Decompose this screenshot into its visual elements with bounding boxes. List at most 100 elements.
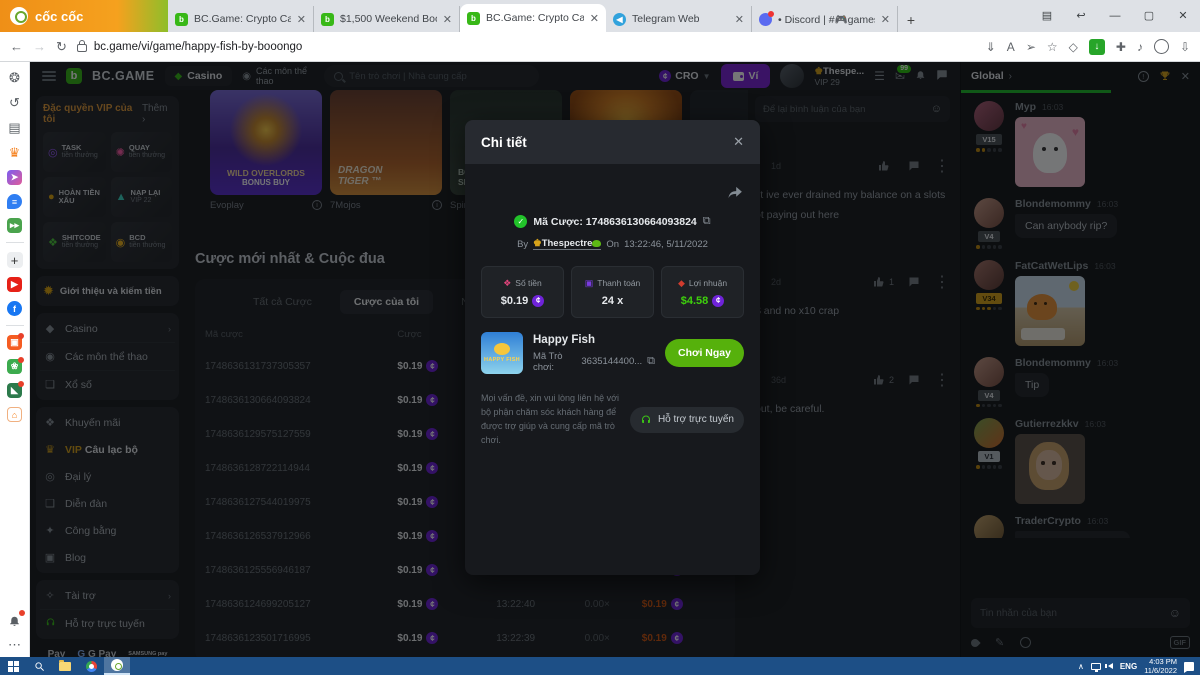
new-tab-button[interactable]: + [898,12,924,32]
coccoc-logo-icon [10,7,28,25]
notifications-bell-icon[interactable] [7,612,23,628]
frog-icon [592,240,601,247]
extensions-icon[interactable]: ✚ [1116,40,1126,54]
browser-tab[interactable]: b BC.Game: Crypto Casino Gam ✕ [168,6,314,32]
url-text[interactable]: bc.game/vi/game/happy-fish-by-booongo [94,41,302,53]
browser-tab[interactable]: b $1,500 Weekend Booongo M ✕ [314,6,460,32]
history-icon[interactable]: ↺ [7,95,23,111]
more-options-icon[interactable]: ⋯ [7,637,23,653]
live-support-button[interactable]: Hỗ trợ trực tuyến [630,407,744,433]
coccoc-taskbar-icon[interactable] [104,657,130,675]
messenger-icon[interactable]: ➤ [7,170,22,185]
coccoc-brand-label: cốc cốc [35,9,83,24]
game-name: Happy Fish [533,334,655,346]
profile-avatar-icon[interactable] [1154,39,1169,54]
cro-coin-icon: ¢ [712,295,724,307]
game-id: 3635144400... [581,356,642,367]
tab-close-icon[interactable]: ✕ [297,13,306,26]
crown-icon[interactable]: ♛ [7,145,23,161]
downloads-tray-icon[interactable]: ⇩ [1180,40,1190,54]
file-explorer-icon[interactable] [52,657,78,675]
share-page-icon[interactable]: ➢ [1026,40,1036,54]
video-download-icon[interactable]: ↓ [1089,39,1105,55]
zalo-chat-icon[interactable]: ≡ [7,194,22,209]
stat-payout: ▣Thanh toán 24 x [571,266,654,318]
gift-icon[interactable]: ❀ [7,359,22,374]
divider [6,242,24,243]
modal-close-icon[interactable]: ✕ [733,134,744,150]
tab-close-icon[interactable]: ✕ [881,13,890,26]
crown-icon: ♚ [533,238,542,249]
action-center-icon[interactable] [1184,662,1194,671]
profit-icon: ◆ [678,278,685,289]
bet-id: 1748636130664093824 [586,216,697,228]
bcgame-app: b BC.GAME ◆ Casino ◉ Các môn thể thao ¢ [30,62,1200,657]
shopping-deals-icon[interactable]: ▣ [7,335,22,350]
fish-icon [494,343,510,355]
reload-button[interactable]: ↻ [56,39,67,55]
chrome-icon[interactable] [78,657,104,675]
forward-button[interactable]: → [33,39,46,54]
taskbar-clock[interactable]: 4:03 PM11/6/2022 [1144,657,1177,675]
happy-fish-thumbnail[interactable]: HAPPY FISH [481,332,523,374]
modal-title: Chi tiết [481,135,527,150]
bcgame-favicon: b [321,13,334,26]
minimize-button[interactable]: — [1098,0,1132,32]
copy-icon[interactable]: ⧉ [647,355,655,368]
headset-icon [640,414,652,426]
bcgame-favicon: b [175,13,188,26]
games-icon[interactable]: ▸▸ [7,218,22,233]
coccoc-side-rail: ❂ ↺ ▤ ♛ ➤ ≡ ▸▸ + ▶ f ▣ ❀ ◣ ⌂ ⋯ [0,62,30,657]
bookmark-star-icon[interactable]: ☆ [1047,40,1058,54]
game-row: HAPPY FISH Happy Fish Mã Trò chơi: 36351… [481,332,744,374]
bcgame-favicon: b [467,12,480,25]
stat-profit: ◆Lợi nhuận $4.58¢ [661,266,744,318]
maximize-button[interactable]: ▢ [1132,0,1166,32]
volume-icon[interactable] [1108,663,1113,669]
hidden-icons-chevron[interactable]: ∧ [1078,662,1084,671]
browser-tab-active[interactable]: b BC.Game: Crypto Casino Gan ✕ [460,4,606,32]
save-page-icon[interactable]: ⇓ [986,40,996,54]
back-button[interactable]: ← [10,39,23,54]
wallet-icon: ▣ [585,278,594,289]
stat-amount: ❖Số tiền $0.19¢ [481,266,564,318]
share-icon[interactable] [727,184,744,201]
network-icon[interactable] [1091,663,1101,670]
screen: cốc cốc b BC.Game: Crypto Casino Gam ✕ b… [0,0,1200,675]
cart-icon[interactable]: ⌂ [7,407,22,422]
money-stack-icon: ❖ [503,278,511,289]
session-restore-icon[interactable]: ↩ [1064,0,1098,32]
system-tray: ∧ ENG 4:03 PM11/6/2022 [1078,657,1200,675]
bet-details-modal: Chi tiết ✕ ✓ Mã Cược: 174863613066409382… [465,120,760,575]
reader-mode-icon[interactable]: ▤ [1030,0,1064,32]
shield-icon[interactable]: ◇ [1069,40,1078,54]
taskbar-search-icon[interactable] [26,657,52,675]
music-icon[interactable]: ♪ [1137,40,1143,54]
browser-tab[interactable]: • Discord | #🎮games | BC G ✕ [752,6,898,32]
youtube-icon[interactable]: ▶ [7,277,22,292]
telegram-favicon: ◀ [613,13,626,26]
tab-close-icon[interactable]: ✕ [735,13,744,26]
settings-gear-icon[interactable]: ❂ [7,70,23,86]
newsfeed-icon[interactable]: ▤ [7,120,23,136]
copy-icon[interactable]: ⧉ [703,215,711,228]
close-button[interactable]: ✕ [1166,0,1200,32]
modal-header: Chi tiết ✕ [465,120,760,164]
study-cap-icon[interactable]: ◣ [7,383,22,398]
tab-close-icon[interactable]: ✕ [590,12,599,25]
bet-user-link[interactable]: ♚Thespectre [533,238,601,250]
discord-favicon [759,13,772,26]
browser-tab-strip: cốc cốc b BC.Game: Crypto Casino Gam ✕ b… [0,0,1200,32]
url-box[interactable]: bc.game/vi/game/happy-fish-by-booongo [77,41,976,53]
address-bar: ← → ↻ bc.game/vi/game/happy-fish-by-booo… [0,32,1200,62]
tab-close-icon[interactable]: ✕ [443,13,452,26]
translate-icon[interactable]: A [1007,40,1015,54]
browser-tab[interactable]: ◀ Telegram Web ✕ [606,6,752,32]
add-shortcut-icon[interactable]: + [7,252,23,268]
lock-icon [77,44,87,52]
facebook-icon[interactable]: f [7,301,22,316]
play-now-button[interactable]: Chơi Ngay [665,339,744,367]
language-indicator[interactable]: ENG [1120,662,1137,671]
cro-coin-icon: ¢ [532,295,544,307]
start-button[interactable] [0,657,26,675]
